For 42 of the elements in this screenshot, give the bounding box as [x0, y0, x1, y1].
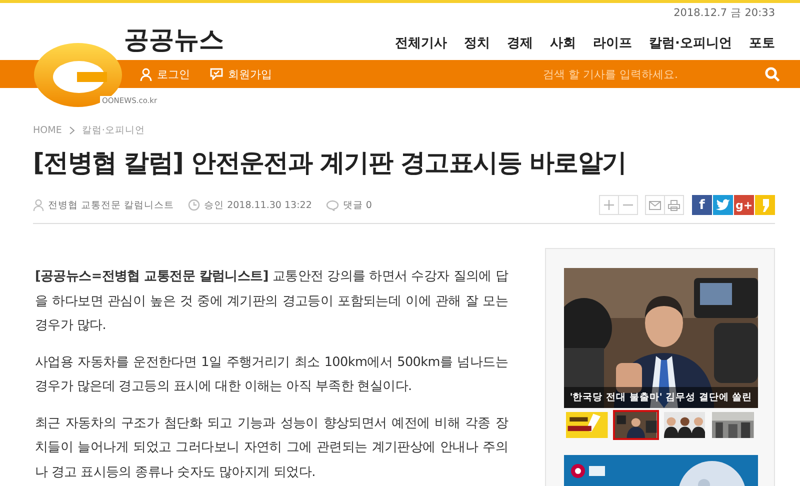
google-plus-share-button[interactable]: g+ — [734, 195, 754, 215]
thumbnail[interactable] — [710, 410, 756, 440]
font-increase-button[interactable] — [599, 195, 619, 215]
date-time: 2018.12.7 금 20:33 — [674, 6, 775, 20]
approved-time: 승인 2018.11.30 13:22 — [204, 198, 312, 212]
author: 전병협 교통전문 칼럼니스트 — [48, 198, 174, 212]
chevron-icon — [68, 126, 75, 135]
site-logo-name[interactable]: 공공뉴스 — [124, 23, 224, 56]
article-title: [전병협 칼럼] 안전운전과 계기판 경고표시등 바로알기 — [32, 147, 628, 179]
comma-icon — [762, 198, 768, 212]
article-paragraph: [공공뉴스=전병협 교통전문 칼럼니스트] 교통안전 강의를 하면서 수강자 질의에 답을 하다보면 관심이 높은 것 중에 계기판의 경고등이 포함되는데 이에 관해 잘 모는 경우가 많다. — [35, 268, 508, 335]
nav-link[interactable]: 라이프 — [593, 34, 632, 52]
print-button[interactable] — [664, 195, 684, 215]
nav-link[interactable]: 경제 — [507, 34, 534, 52]
nav-link[interactable]: 사회 — [550, 34, 576, 52]
envelope-icon — [649, 200, 661, 210]
facebook-share-button[interactable]: f — [692, 195, 712, 215]
person-icon — [140, 68, 152, 80]
person-icon — [33, 199, 44, 211]
clock-icon — [188, 199, 200, 211]
article-paragraph: 사업용 자동차를 운전한다면 1일 주행거리기 최소 100km에서 500km를 넘나드는 경우가 많은데 경고등의 표시에 대한 이해는 아직 부족한 현실이다. — [35, 354, 508, 396]
nav-link[interactable]: 포토 — [749, 34, 775, 52]
search-field[interactable]: 검색 할 기사를 입력하세요. — [541, 66, 745, 82]
twitter-share-button[interactable] — [713, 195, 733, 215]
nav-link[interactable]: 전체기사 — [395, 34, 448, 52]
comment-count[interactable]: 댓글 0 — [342, 198, 372, 212]
font-decrease-button[interactable] — [618, 195, 638, 215]
nav-link[interactable]: 정치 — [464, 34, 490, 52]
thumbnail[interactable] — [612, 410, 658, 440]
email-button[interactable] — [645, 195, 665, 215]
kakao-share-button[interactable] — [755, 195, 775, 215]
thumbnail[interactable] — [662, 410, 708, 440]
search-icon[interactable] — [765, 66, 780, 82]
bird-icon — [716, 199, 730, 211]
plus-icon — [604, 200, 614, 210]
thumbnail[interactable] — [564, 410, 610, 440]
speech-bubble-icon — [326, 200, 339, 210]
photo-caption[interactable]: '한국당 전대 불출마' 김무성 결단에 쏠린 — [564, 387, 758, 408]
printer-icon — [668, 200, 680, 210]
chat-check-icon — [210, 68, 223, 80]
article-paragraph: 최근 자동차의 구조가 첨단화 되고 기능과 성능이 향상되면서 예전에 비해 각종 장치들이 늘어나게 되었고 그러다보니 자연히 그에 관련되는 계기판상에 안내나 주의나 경고 표시등의 종류나 숫자도 많아지게 되었다. — [35, 414, 508, 482]
nav-link[interactable]: 칼럼·오피니언 — [649, 34, 732, 52]
